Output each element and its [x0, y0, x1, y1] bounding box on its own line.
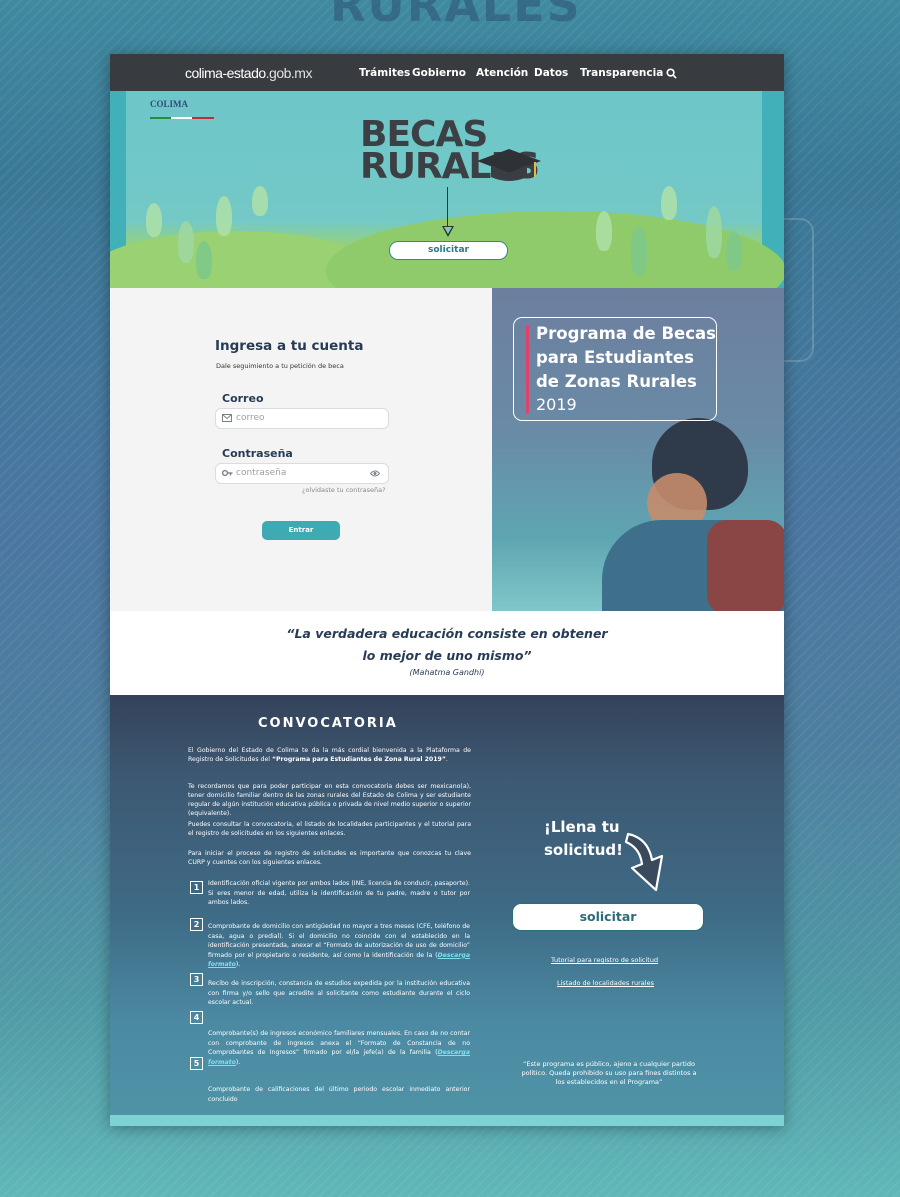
search-icon[interactable] — [666, 68, 677, 79]
requirement-text: Comprobante de domicilio con antigüedad … — [208, 923, 470, 959]
cta-line-1: ¡Llena tu — [544, 818, 620, 836]
tree — [196, 241, 212, 279]
page-mockup: colima-estado.gob.mx Trámites Gobierno A… — [110, 54, 784, 1126]
login-panel: Ingresa a tu cuenta Dale seguimiento a t… — [110, 288, 492, 611]
quote-author: (Mahatma Gandhi) — [409, 668, 485, 677]
requirement-text: Comprobante(s) de ingresos económico fam… — [208, 1030, 470, 1056]
colima-logo: COLIMA — [150, 99, 214, 119]
nav-tramites[interactable]: Trámites — [359, 67, 410, 79]
login-title: Ingresa a tu cuenta — [215, 338, 364, 354]
curved-arrow-icon — [624, 832, 664, 892]
email-label: Correo — [222, 392, 264, 405]
logo-domain: .gob.mx — [265, 65, 313, 81]
item-number: 5 — [190, 1057, 203, 1070]
program-title-box: Programa de Becas para Estudiantes de Zo… — [513, 317, 717, 421]
program-year: 2019 — [536, 395, 577, 414]
cta-line-2: solicitud! — [544, 841, 623, 859]
requirement-item: Comprobante de calificaciones del último… — [208, 1086, 470, 1103]
program-name: “Programa para Estudiantes de Zona Rural… — [271, 756, 446, 763]
quote-line-1: “La verdadera educación consiste en obte… — [286, 626, 608, 641]
solicitar-button[interactable]: solicitar — [512, 903, 704, 931]
nav-atencion[interactable]: Atención — [476, 67, 528, 79]
requirement-item: Comprobante(s) de ingresos económico fam… — [208, 1029, 470, 1067]
disclaimer-text: “Este programa es público, ajeno a cualq… — [521, 1060, 697, 1086]
tree — [661, 186, 677, 220]
item-number: 1 — [190, 881, 203, 894]
cta-heading: ¡Llena tu solicitud! — [544, 816, 623, 862]
flag-stripe — [150, 117, 214, 119]
tree — [146, 203, 162, 237]
tree — [178, 221, 194, 263]
key-icon — [222, 469, 233, 477]
links-paragraph: Puedes consultar la convocatoria, el lis… — [188, 821, 471, 837]
password-label: Contraseña — [222, 447, 293, 460]
program-panel: Programa de Becas para Estudiantes de Zo… — [492, 288, 784, 611]
email-input[interactable] — [236, 411, 366, 425]
backpack-photo — [707, 520, 784, 611]
login-subtitle: Dale seguimiento a tu petición de beca — [216, 362, 344, 370]
tree — [252, 186, 268, 216]
tutorial-link[interactable]: Tutorial para registro de solicitud — [551, 956, 658, 964]
colima-logo-text: COLIMA — [150, 99, 188, 109]
background-decoration: RURALES — [330, 0, 582, 32]
tree — [216, 196, 232, 236]
mail-icon — [222, 414, 232, 422]
top-navbar: colima-estado.gob.mx Trámites Gobierno A… — [110, 54, 784, 91]
password-input[interactable] — [236, 466, 366, 480]
convocatoria-section: CONVOCATORIA El Gobierno del Estado de C… — [110, 695, 784, 1126]
curp-paragraph: Para iniciar el proceso de registro de s… — [188, 850, 471, 866]
program-title: Programa de Becas para Estudiantes de Zo… — [536, 324, 716, 391]
item-number: 2 — [190, 918, 203, 931]
arrow-line — [447, 187, 448, 229]
nav-datos[interactable]: Datos — [534, 67, 568, 79]
footer-strip — [110, 1115, 784, 1126]
requirement-item: Comprobante de domicilio con antigüedad … — [208, 923, 470, 968]
arrow-down-icon — [442, 226, 454, 237]
login-submit-button[interactable]: Entrar — [262, 521, 340, 540]
tree — [706, 206, 722, 258]
graduation-cap-icon — [477, 149, 541, 181]
email-field[interactable] — [215, 408, 389, 429]
quote-line-2: lo mejor de uno mismo” — [362, 648, 532, 663]
localidades-link[interactable]: Listado de localidades rurales — [557, 979, 654, 987]
requirement-item: Identificación oficial vigente por ambos… — [208, 880, 470, 906]
site-logo[interactable]: colima-estado.gob.mx — [185, 65, 312, 81]
requirements-paragraph: Te recordamos que para poder participar … — [188, 783, 471, 817]
accent-bar — [526, 326, 529, 413]
requirement-tail: ). — [235, 1058, 241, 1066]
eye-icon[interactable] — [370, 470, 380, 477]
convocatoria-title: CONVOCATORIA — [258, 716, 398, 731]
intro-end: . — [445, 756, 448, 763]
hero-solicitar-button[interactable]: solicitar — [389, 241, 508, 260]
intro-paragraph: El Gobierno del Estado de Colima te da l… — [188, 746, 471, 764]
quote-section: “La verdadera educación consiste en obte… — [110, 611, 784, 695]
nav-gobierno[interactable]: Gobierno — [412, 67, 466, 79]
item-number: 4 — [190, 1011, 203, 1024]
logo-main: colima-estado — [185, 65, 266, 81]
forgot-password-link[interactable]: ¿olvidaste tu contraseña? — [302, 486, 386, 494]
tree — [726, 231, 742, 271]
hero-banner: COLIMA BECAS RURALES solicitar — [110, 91, 784, 288]
password-field[interactable] — [215, 463, 389, 484]
requirement-tail: ). — [235, 961, 241, 968]
tree — [631, 226, 647, 276]
nav-transparencia[interactable]: Transparencia — [580, 67, 663, 79]
item-number: 3 — [190, 973, 203, 986]
requirement-item: Recibo de inscripción, constancia de est… — [208, 980, 470, 1006]
tree — [596, 211, 612, 251]
